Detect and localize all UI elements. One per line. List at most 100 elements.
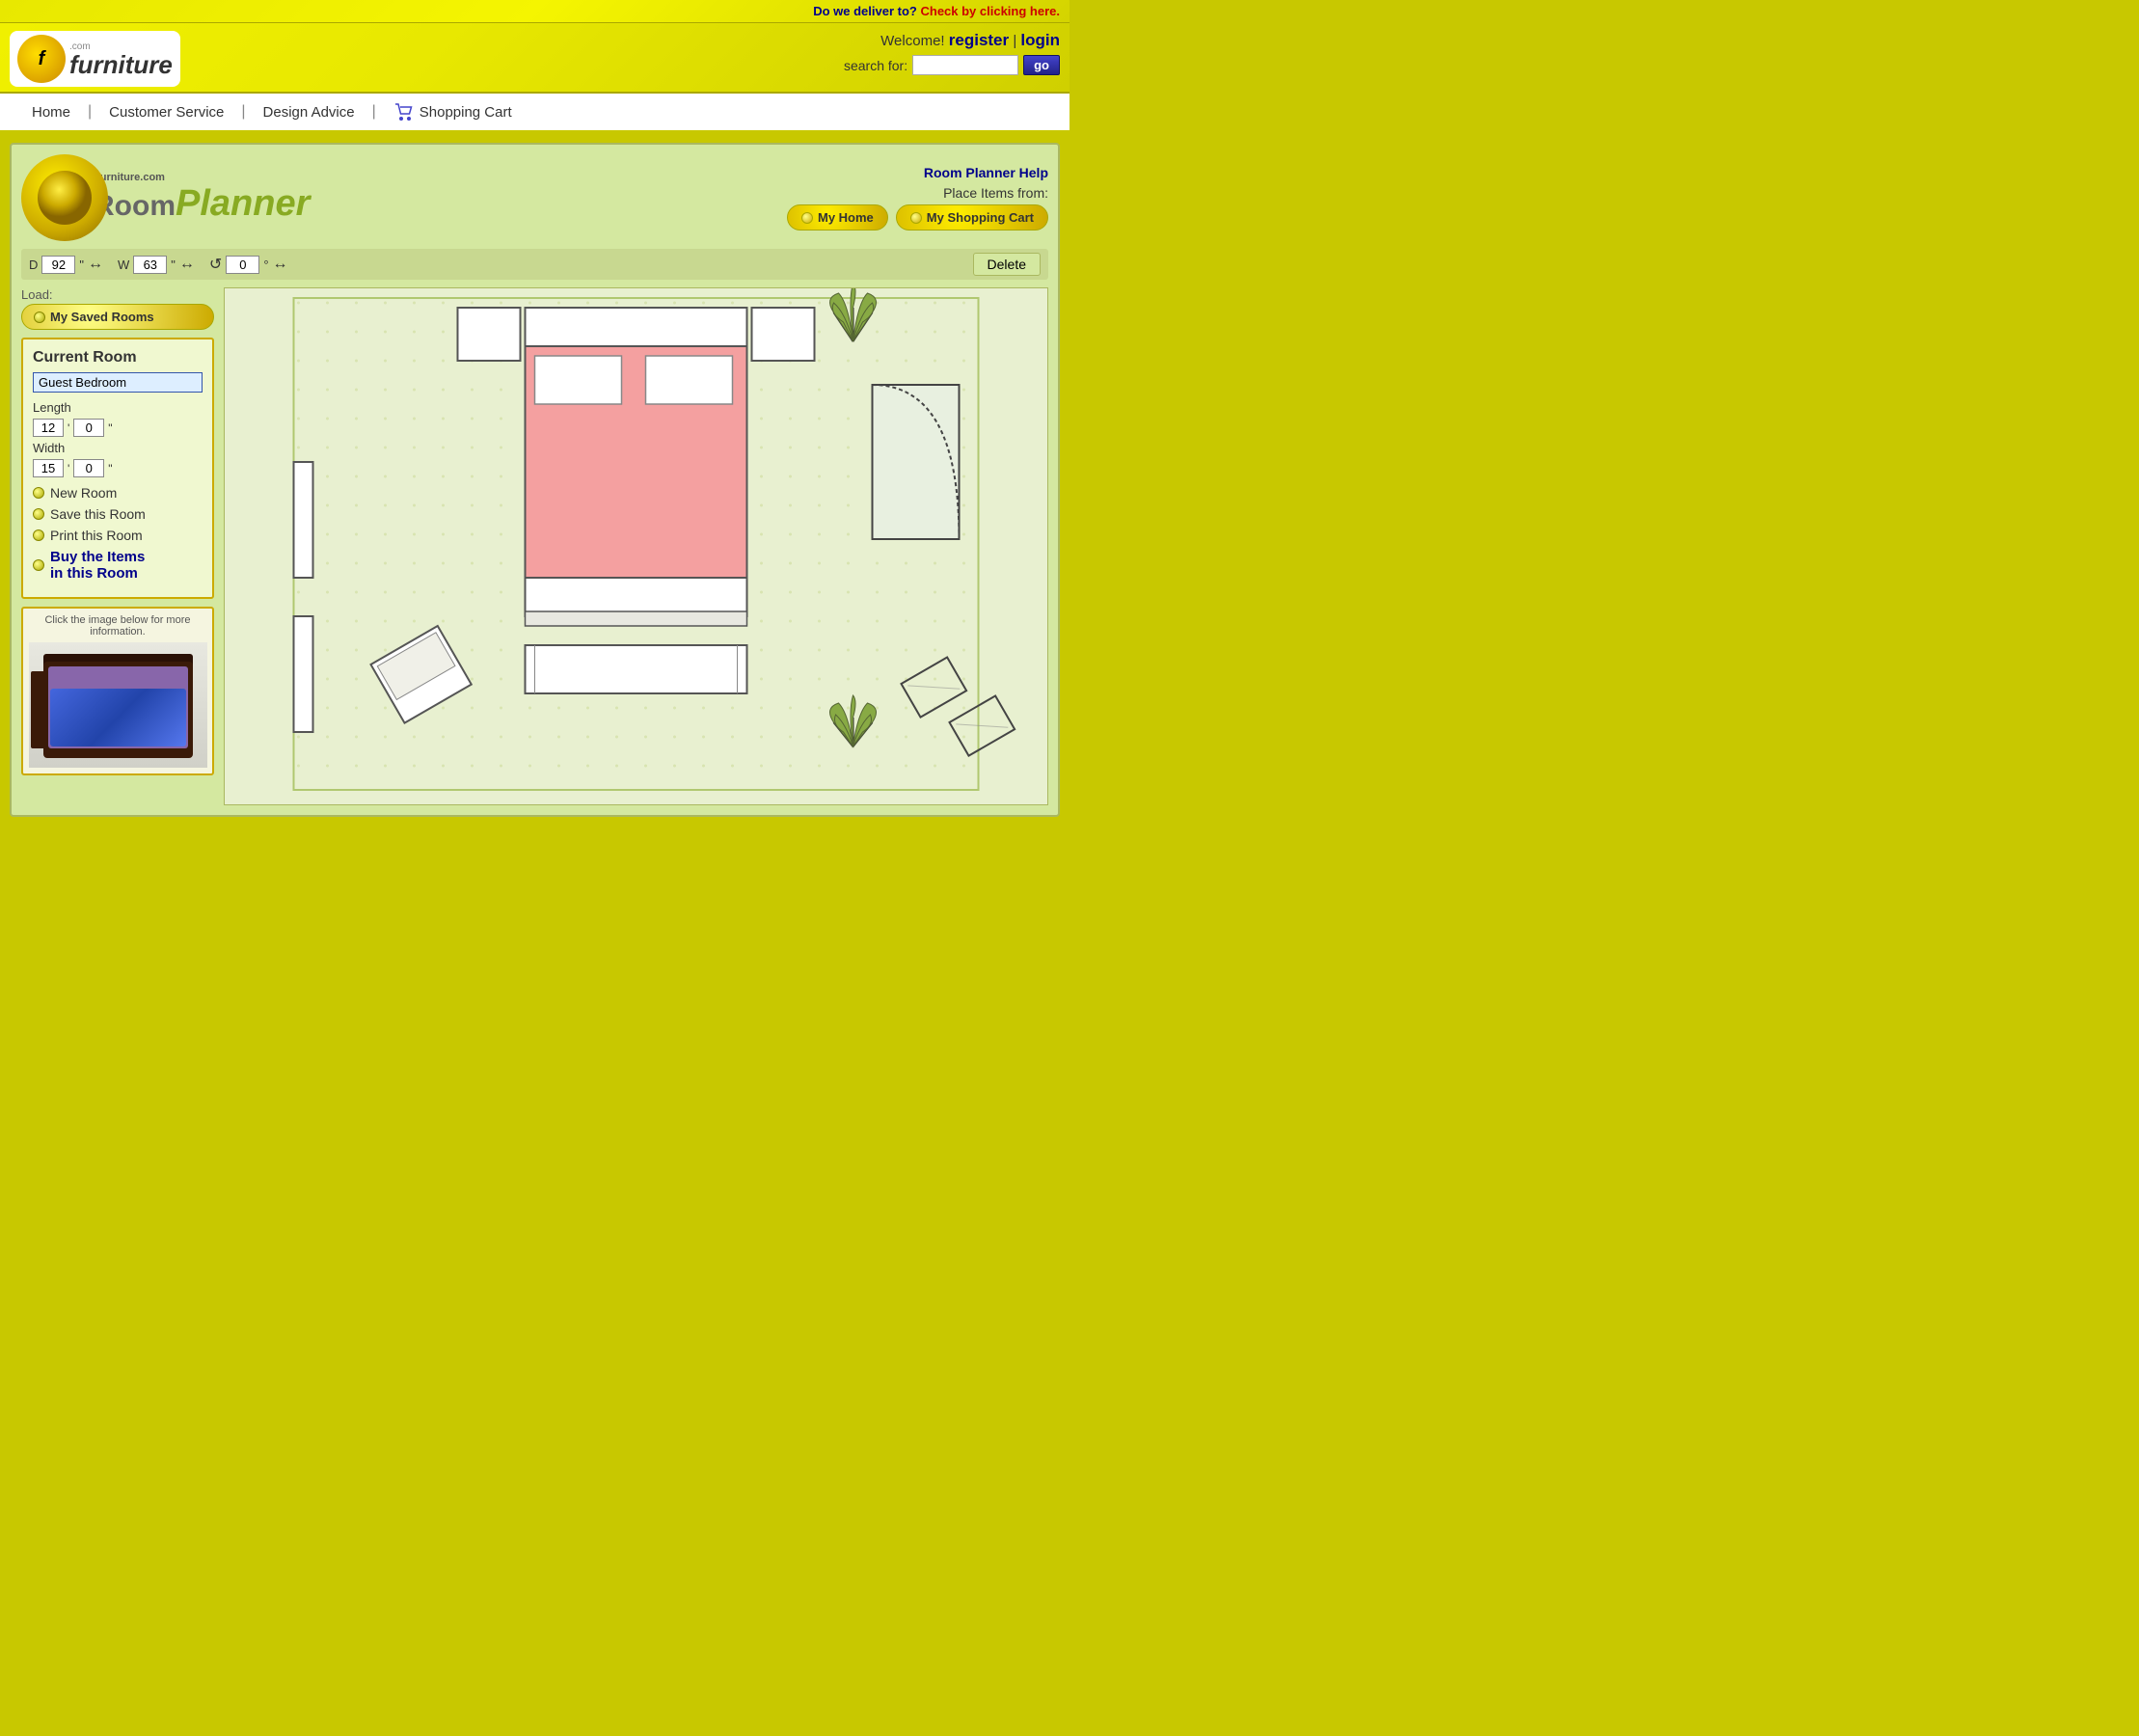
current-room-title: Current Room: [33, 349, 203, 366]
nav-home[interactable]: Home: [14, 104, 88, 121]
save-room-label: Save this Room: [50, 506, 146, 522]
register-link[interactable]: register: [949, 31, 1009, 49]
print-room-dot: [33, 529, 44, 541]
header: f .com furniture Welcome! register | log…: [0, 23, 1070, 94]
new-room-dot: [33, 487, 44, 499]
rp-help-link[interactable]: Room Planner Help: [787, 165, 1048, 180]
nav-bar: Home | Customer Service | Design Advice …: [0, 94, 1070, 133]
my-home-button[interactable]: My Home: [787, 204, 888, 231]
my-shopping-cart-button[interactable]: My Shopping Cart: [896, 204, 1048, 231]
save-room-action[interactable]: Save this Room: [33, 506, 203, 522]
new-room-label: New Room: [50, 485, 117, 501]
buy-items-action[interactable]: Buy the Items in this Room: [33, 549, 203, 582]
delivery-link[interactable]: Check by clicking here.: [920, 4, 1060, 18]
toolbar-d-unit: ": [79, 258, 84, 272]
toolbar-w-arrows: ↔: [179, 256, 195, 273]
logo-icon: f: [17, 35, 66, 83]
logo-text-group: .com furniture: [69, 41, 173, 77]
rp-logo-planner: Planner: [176, 183, 310, 225]
rp-toolbar: D " ↔ W " ↔ ↺ ° ↔ Delete: [21, 249, 1048, 280]
cart-icon: [393, 101, 415, 122]
length-in-input[interactable]: [73, 419, 104, 437]
rp-logo-fcom: Furniture.com: [94, 172, 310, 183]
width-row: Width: [33, 441, 203, 455]
rp-logo-text-box: Furniture.com Room Planner: [94, 172, 310, 225]
room-planner-container: Furniture.com Room Planner Room Planner …: [10, 143, 1060, 817]
saved-rooms-dot: [34, 312, 45, 323]
new-room-action[interactable]: New Room: [33, 485, 203, 501]
room-plan-svg: [225, 288, 1047, 800]
go-button[interactable]: go: [1023, 55, 1060, 75]
toolbar-rotate-unit: °: [263, 258, 268, 272]
login-link[interactable]: login: [1020, 31, 1060, 49]
product-image[interactable]: [29, 642, 207, 768]
rp-top-row: Furniture.com Room Planner Room Planner …: [21, 154, 1048, 241]
rp-logo-area: Furniture.com Room Planner: [21, 154, 310, 241]
rp-main-row: Load: My Saved Rooms Current Room Length: [21, 287, 1048, 805]
nav-customer-service[interactable]: Customer Service: [92, 104, 241, 121]
toolbar-rotate-arrows: ↔: [273, 256, 288, 273]
length-label: Length: [33, 400, 71, 415]
product-image-box[interactable]: Click the image below for more informati…: [21, 607, 214, 775]
bed-blanket: [50, 689, 186, 746]
width-ft-input[interactable]: [33, 459, 64, 477]
shopping-cart-label: Shopping Cart: [420, 104, 512, 121]
load-label: Load:: [21, 287, 214, 302]
main-content: Furniture.com Room Planner Room Planner …: [0, 133, 1070, 827]
rp-canvas[interactable]: [224, 287, 1048, 805]
toolbar-d-group: D " ↔: [29, 256, 103, 274]
welcome-text: Welcome!: [880, 33, 944, 49]
search-input[interactable]: [912, 55, 1018, 75]
rp-help-place: Room Planner Help Place Items from: My H…: [787, 165, 1048, 231]
my-shopping-cart-dot: [910, 212, 922, 224]
room-name-input[interactable]: [33, 372, 203, 393]
logo-box: f .com furniture: [10, 31, 180, 87]
width-in-input[interactable]: [73, 459, 104, 477]
width-label: Width: [33, 441, 65, 455]
bed-illustration: [29, 642, 207, 768]
delivery-question: Do we deliver to?: [813, 4, 917, 18]
search-row: search for: go: [844, 55, 1060, 75]
current-room-box: Current Room Length ' " Width: [21, 338, 214, 599]
toolbar-w-unit: ": [171, 258, 176, 272]
toolbar-w-input[interactable]: [133, 256, 167, 274]
delivery-bar: Do we deliver to? Check by clicking here…: [0, 0, 1070, 23]
load-section: Load: My Saved Rooms: [21, 287, 214, 330]
auth-row: Welcome! register | login: [844, 31, 1060, 50]
print-room-label: Print this Room: [50, 528, 143, 543]
search-label: search for:: [844, 58, 907, 73]
length-row: Length: [33, 400, 203, 415]
length-inputs: ' ": [33, 419, 203, 437]
my-home-dot: [801, 212, 813, 224]
save-room-dot: [33, 508, 44, 520]
footer: [0, 827, 1070, 846]
rotate-icon: ↺: [209, 255, 222, 274]
rp-place-btns: My Home My Shopping Cart: [787, 204, 1048, 231]
product-img-label: Click the image below for more informati…: [29, 614, 206, 637]
toolbar-w-label: W: [118, 258, 129, 272]
rp-logo-circle-svg: [36, 169, 94, 227]
my-saved-rooms-button[interactable]: My Saved Rooms: [21, 304, 214, 330]
dresser: [31, 671, 48, 748]
auth-separator: |: [1013, 33, 1016, 49]
delete-button[interactable]: Delete: [973, 253, 1041, 276]
logo-area: f .com furniture: [10, 31, 180, 87]
toolbar-rotate-group: ↺ ° ↔: [209, 255, 288, 274]
toolbar-d-input[interactable]: [41, 256, 75, 274]
length-ft-input[interactable]: [33, 419, 64, 437]
toolbar-rotate-input[interactable]: [226, 256, 259, 274]
buy-items-dot: [33, 559, 44, 571]
print-room-action[interactable]: Print this Room: [33, 528, 203, 543]
toolbar-d-arrows: ↔: [88, 256, 103, 273]
rp-place-label: Place Items from:: [787, 185, 1048, 201]
rp-logo-circle: [21, 154, 108, 241]
cr-actions: New Room Save this Room Print this Room: [33, 485, 203, 582]
toolbar-d-label: D: [29, 258, 38, 272]
nav-shopping-cart[interactable]: Shopping Cart: [376, 101, 529, 122]
toolbar-w-group: W " ↔: [118, 256, 195, 274]
buy-items-label: Buy the Items in this Room: [50, 549, 145, 582]
width-inputs: ' ": [33, 459, 203, 477]
header-right: Welcome! register | login search for: go: [844, 31, 1060, 75]
rp-left-panel: Load: My Saved Rooms Current Room Length: [21, 287, 214, 775]
nav-design-advice[interactable]: Design Advice: [246, 104, 372, 121]
